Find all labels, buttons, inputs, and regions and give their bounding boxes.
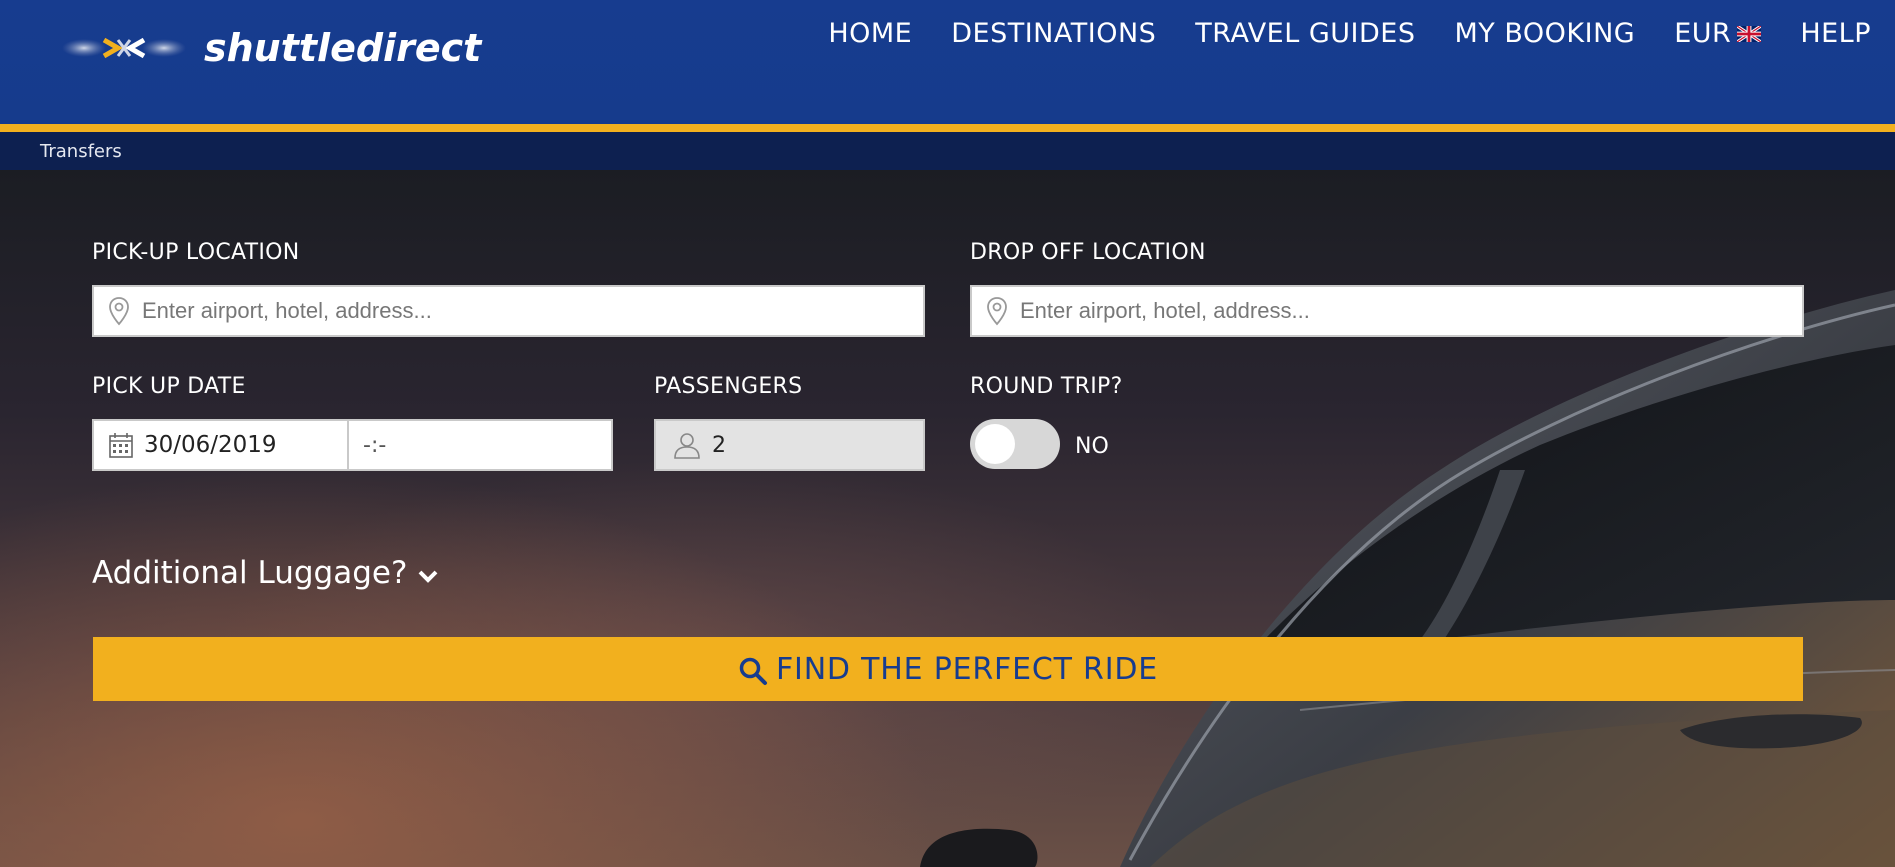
round-trip-toggle[interactable] [970,419,1060,469]
nav-help-label: HELP [1800,18,1871,49]
car-background-image [920,290,1895,867]
nav-help[interactable]: HELP [1800,18,1871,49]
pickup-date-value: 30/06/2019 [144,432,277,458]
nav-currency[interactable]: EUR [1674,18,1762,49]
dropoff-location-input[interactable] [1020,298,1802,324]
nav-my-booking[interactable]: MY BOOKING [1455,18,1636,49]
breadcrumb[interactable]: Transfers [40,141,122,162]
passengers-label: PASSENGERS [654,374,803,399]
nav-currency-label: EUR [1674,18,1732,49]
pickup-date-field[interactable]: 30/06/2019 [92,419,349,471]
nav-travel-guides-label: TRAVEL GUIDES [1195,18,1416,49]
map-pin-icon [109,297,129,326]
person-icon [674,433,700,459]
uk-flag-icon [1737,25,1762,42]
calendar-icon [109,433,133,458]
hero-search-section: PICK-UP LOCATION DROP OFF LOCATION PICK … [0,170,1895,867]
site-header: shuttledirect HOME DESTINATIONS TRAVEL G… [0,0,1895,124]
additional-luggage-toggle[interactable]: Additional Luggage? [92,555,439,591]
nav-travel-guides[interactable]: TRAVEL GUIDES [1195,18,1415,49]
logo-text: shuttledirect [204,26,482,70]
nav-my-booking-label: MY BOOKING [1454,18,1636,49]
pickup-location-field[interactable] [92,285,925,337]
search-icon [739,657,767,685]
dropoff-location-field[interactable] [970,285,1804,337]
pickup-time-value: -:- [363,432,387,458]
pickup-location-input[interactable] [142,298,923,324]
nav-destinations[interactable]: DESTINATIONS [951,18,1156,49]
main-nav: HOME DESTINATIONS TRAVEL GUIDES MY BOOKI… [828,18,1871,49]
nav-destinations-label: DESTINATIONS [951,18,1157,49]
find-ride-button-label: FIND THE PERFECT RIDE [775,651,1158,687]
header-accent-line [0,124,1895,132]
pickup-time-field[interactable]: -:- [347,419,613,471]
passengers-value: 2 [712,432,726,458]
nav-home[interactable]: HOME [828,18,912,49]
chevron-down-icon [418,570,438,583]
pickup-location-label: PICK-UP LOCATION [92,240,300,265]
additional-luggage-label: Additional Luggage? [92,555,408,591]
passengers-field[interactable]: 2 [654,419,925,471]
logo-mark-icon [62,37,186,59]
round-trip-label: ROUND TRIP? [970,374,1123,399]
nav-home-label: HOME [828,18,913,49]
find-ride-button[interactable]: FIND THE PERFECT RIDE [93,637,1803,701]
toggle-knob [975,424,1015,464]
map-pin-icon [987,297,1007,326]
pickup-date-label: PICK UP DATE [92,374,246,399]
breadcrumb-bar: Transfers [0,132,1895,170]
round-trip-value: NO [1075,434,1109,459]
dropoff-location-label: DROP OFF LOCATION [970,240,1206,265]
logo[interactable]: shuttledirect [60,24,481,72]
